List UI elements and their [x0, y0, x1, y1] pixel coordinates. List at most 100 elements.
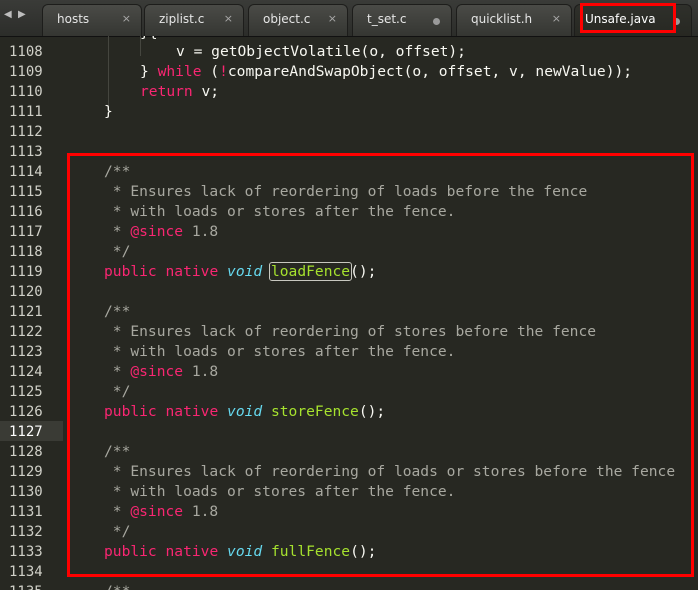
- line-number: 1113: [9, 144, 43, 160]
- code-text: * with loads or stores after the fence.: [104, 483, 456, 500]
- code-text: */: [104, 243, 131, 260]
- line-number: 1122: [9, 324, 43, 340]
- tab-label: ziplist.c: [159, 12, 205, 26]
- close-icon[interactable]: ×: [552, 12, 561, 25]
- code-line-1109: 1109 } while (!compareAndSwapObject(o, o…: [0, 61, 698, 81]
- tab-object-c[interactable]: object.c ×: [248, 4, 348, 36]
- code-line-1130: 1130 * with loads or stores after the fe…: [0, 481, 698, 501]
- close-icon[interactable]: ×: [224, 12, 233, 25]
- code-text: * Ensures lack of reordering of loads be…: [104, 183, 588, 200]
- code-line-1120: 1120: [0, 281, 698, 301]
- code-text: v = getObjectVolatile(o, offset);: [176, 43, 466, 60]
- line-number: 1123: [9, 344, 43, 360]
- code-line-1110: 1110 return v;: [0, 81, 698, 101]
- line-number: 1135: [9, 582, 49, 590]
- code-text: } while (!compareAndSwapObject(o, offset…: [140, 63, 633, 80]
- line-number: 1133: [9, 544, 43, 560]
- code-line-1123: 1123 * with loads or stores after the fe…: [0, 341, 698, 361]
- line-number: 1121: [9, 304, 43, 320]
- line-number: 1111: [9, 104, 43, 120]
- unsaved-dot-icon[interactable]: [673, 18, 680, 25]
- code-text: * with loads or stores after the fence.: [104, 343, 456, 360]
- line-number: 1116: [9, 204, 43, 220]
- close-icon[interactable]: ×: [122, 12, 131, 25]
- line-number: 1115: [9, 184, 43, 200]
- line-number: 1132: [9, 524, 43, 540]
- nav-left-icon[interactable]: ◀: [4, 9, 12, 20]
- line-number: 1109: [9, 64, 43, 80]
- line-number: 1125: [9, 384, 43, 400]
- code-line-1125: 1125 */: [0, 381, 698, 401]
- code-text: }: [104, 103, 113, 120]
- code-text: * Ensures lack of reordering of loads or…: [104, 463, 676, 480]
- line-number: 1124: [9, 364, 43, 380]
- matched-selection: loadFence: [268, 262, 353, 281]
- code-text: public native void storeFence();: [104, 403, 386, 420]
- line-number: 1118: [9, 244, 43, 260]
- code-text: return v;: [140, 83, 220, 100]
- tab-nav: ◀ ▶: [4, 9, 44, 23]
- line-number: 1128: [9, 444, 43, 460]
- tab-label: object.c: [263, 12, 311, 26]
- line-number: 1134: [9, 564, 43, 580]
- code-line-1108: 1108 v = getObjectVolatile(o, offset);: [0, 41, 698, 61]
- code-line-1135: 1135 /**: [0, 581, 698, 590]
- tab-bar: ◀ ▶ hosts × ziplist.c × object.c × t_set…: [0, 0, 698, 37]
- code-text: * with loads or stores after the fence.: [104, 203, 456, 220]
- code-text: * Ensures lack of reordering of stores b…: [104, 323, 597, 340]
- tab-label: Unsafe.java: [585, 12, 656, 26]
- code-line-1132: 1132 */: [0, 521, 698, 541]
- line-number: 1110: [9, 84, 43, 100]
- code-text: */: [104, 383, 131, 400]
- code-editor[interactable]: }{ 1108 v = getObjectVolatile(o, offset)…: [0, 36, 698, 590]
- code-text: public native void fullFence();: [104, 543, 377, 560]
- tab-t-set-c[interactable]: t_set.c: [352, 4, 452, 36]
- code-line-1126: 1126 public native void storeFence();: [0, 401, 698, 421]
- code-line-1111: 1111 }: [0, 101, 698, 121]
- code-line-1124: 1124 * @since 1.8: [0, 361, 698, 381]
- line-number: 1127: [9, 424, 43, 440]
- code-line-1133: 1133 public native void fullFence();: [0, 541, 698, 561]
- code-line-1129: 1129 * Ensures lack of reordering of loa…: [0, 461, 698, 481]
- code-line-1117: 1117 * @since 1.8: [0, 221, 698, 241]
- code-line-1128: 1128 /**: [0, 441, 698, 461]
- code-text: */: [104, 523, 131, 540]
- code-text: public native void loadFence();: [104, 262, 377, 281]
- code-line-1116: 1116 * with loads or stores after the fe…: [0, 201, 698, 221]
- unsaved-dot-icon[interactable]: [433, 18, 440, 25]
- tab-label: t_set.c: [367, 12, 407, 26]
- code-line-1134: 1134: [0, 561, 698, 581]
- line-number: 1114: [9, 164, 43, 180]
- tab-ziplist-c[interactable]: ziplist.c ×: [144, 4, 244, 36]
- line-number: 1126: [9, 404, 43, 420]
- code-line-1127: 1127: [0, 421, 698, 441]
- code-line-1131: 1131 * @since 1.8: [0, 501, 698, 521]
- code-line-1114: 1114 /**: [0, 161, 698, 181]
- tab-quicklist-h[interactable]: quicklist.h ×: [456, 4, 572, 36]
- line-number: 1117: [9, 224, 43, 240]
- code-text: /**: [104, 163, 131, 180]
- code-text: * @since 1.8: [104, 223, 219, 240]
- code-line-1115: 1115 * Ensures lack of reordering of loa…: [0, 181, 698, 201]
- line-number: 1108: [9, 44, 43, 60]
- code-line-1118: 1118 */: [0, 241, 698, 261]
- code-text: * @since 1.8: [104, 363, 219, 380]
- code-text: /**: [104, 582, 130, 590]
- code-text: /**: [104, 303, 131, 320]
- nav-right-icon[interactable]: ▶: [18, 9, 26, 20]
- close-icon[interactable]: ×: [328, 12, 337, 25]
- code-line-1121: 1121 /**: [0, 301, 698, 321]
- line-number: 1130: [9, 484, 43, 500]
- tab-hosts[interactable]: hosts ×: [42, 4, 142, 36]
- line-number: 1129: [9, 464, 43, 480]
- line-number: 1120: [9, 284, 43, 300]
- line-number: 1131: [9, 504, 43, 520]
- tab-unsafe-java[interactable]: Unsafe.java: [574, 4, 692, 36]
- line-number: 1112: [9, 124, 43, 140]
- code-text: * @since 1.8: [104, 503, 219, 520]
- tab-label: quicklist.h: [471, 12, 533, 26]
- code-text: /**: [104, 443, 131, 460]
- code-line-1119: 1119 public native void loadFence();: [0, 261, 698, 281]
- code-line-1122: 1122 * Ensures lack of reordering of sto…: [0, 321, 698, 341]
- code-line-1113: 1113: [0, 141, 698, 161]
